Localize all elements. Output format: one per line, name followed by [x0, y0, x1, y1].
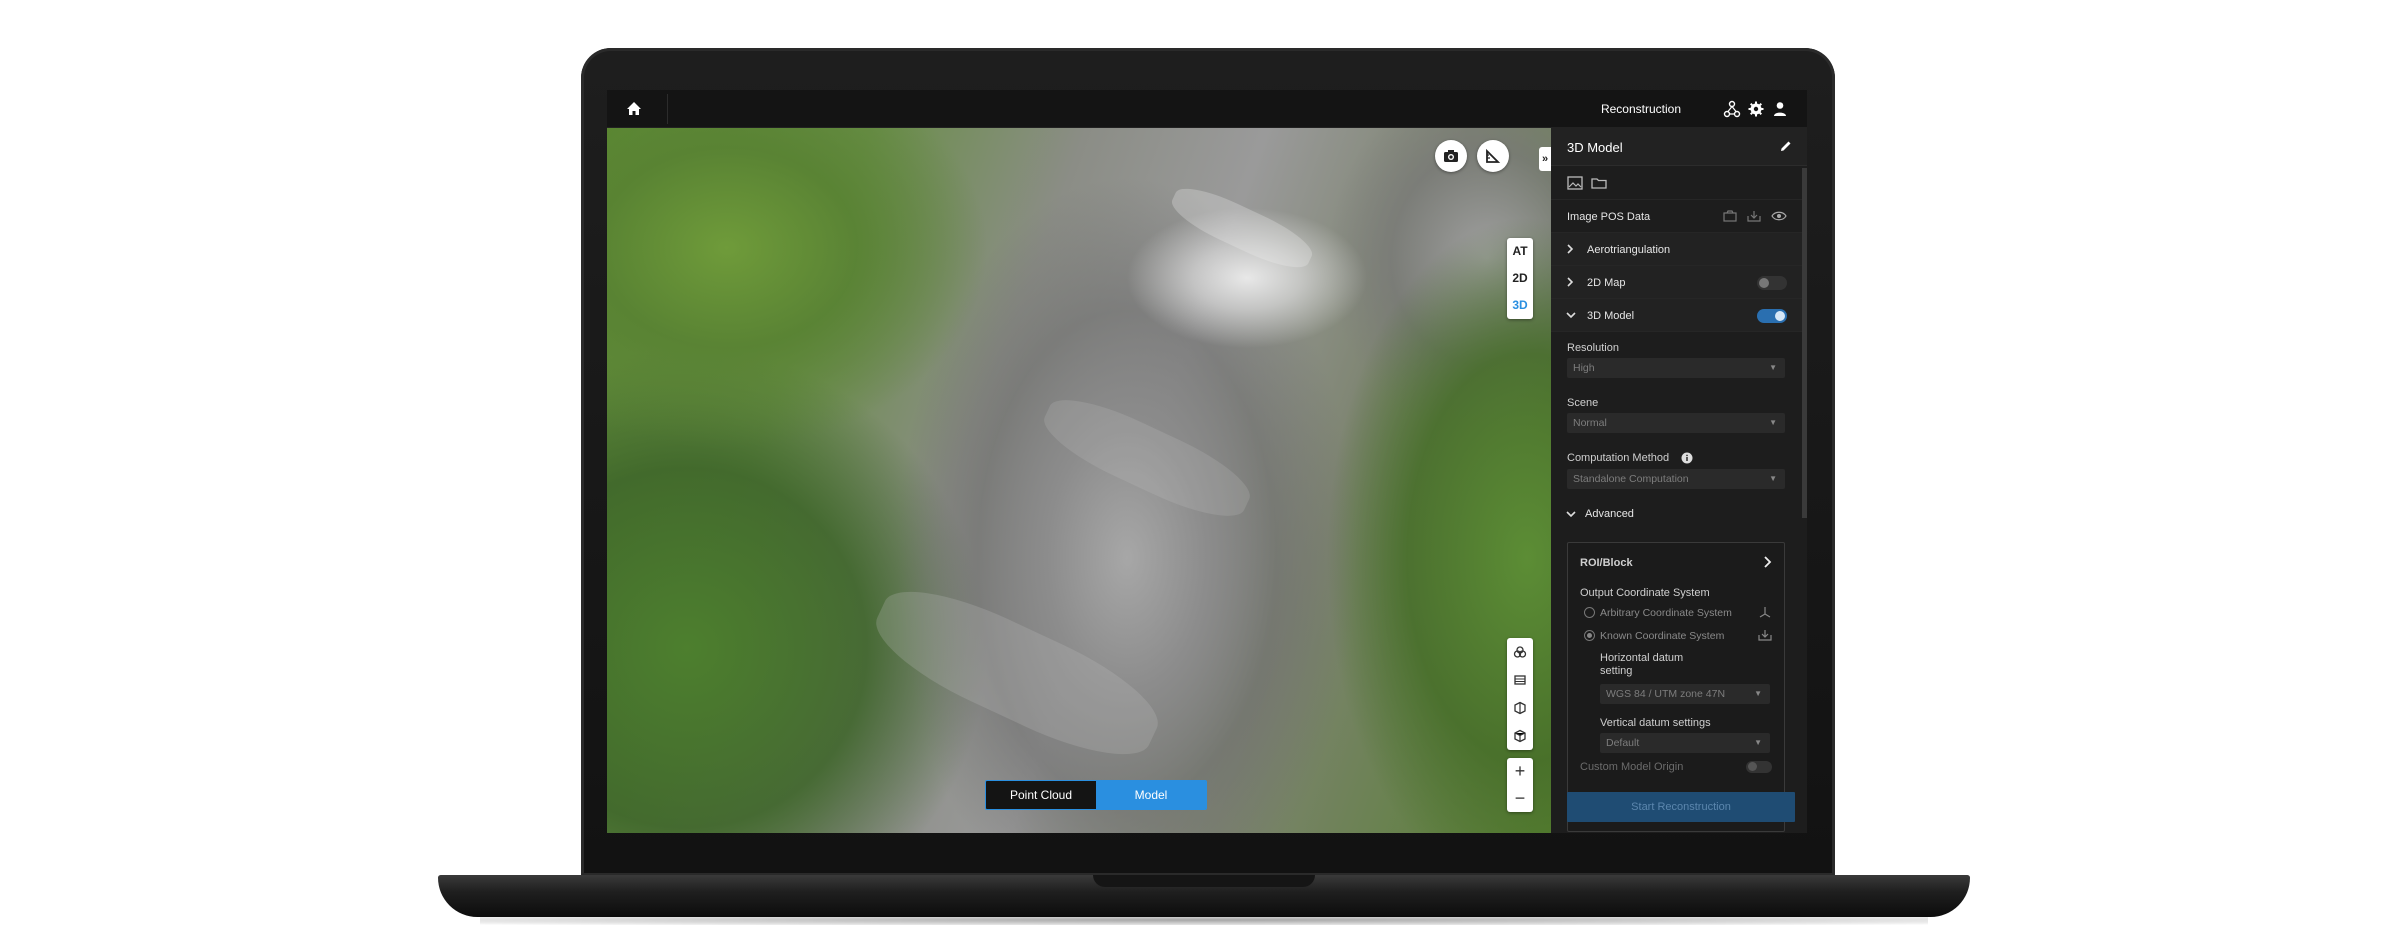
chevron-down-icon — [1565, 309, 1577, 324]
3d-viewport[interactable]: » AT 2D 3D + − Point Cloud Model — [607, 128, 1551, 833]
3d-model-label: 3D Model — [1587, 310, 1635, 322]
camera-icon[interactable] — [1435, 140, 1467, 172]
viewport-toolbar — [1507, 638, 1533, 750]
page-title: Reconstruction — [1600, 102, 1681, 116]
section-3d-model[interactable]: 3D Model — [1551, 299, 1807, 332]
section-2d-map[interactable]: 2D Map — [1551, 266, 1807, 299]
top-bar: Reconstruction — [607, 90, 1807, 128]
panel-title: 3D Model — [1567, 140, 1623, 155]
point-cloud-tab[interactable]: Point Cloud — [986, 781, 1096, 809]
section-aerotriangulation[interactable]: Aerotriangulation — [1551, 233, 1807, 266]
view-mode-switch: AT 2D 3D — [1507, 238, 1533, 319]
vertical-datum-value: Default — [1606, 737, 1640, 749]
output-coordinate-label: Output Coordinate System — [1580, 587, 1710, 599]
app-screen: Reconstruction » AT 2D 3D + − Point Clou… — [607, 90, 1807, 833]
user-icon[interactable] — [1771, 100, 1789, 118]
home-icon[interactable] — [624, 99, 644, 119]
arbitrary-coordinate-radio[interactable] — [1584, 607, 1595, 618]
start-reconstruction-button[interactable]: Start Reconstruction — [1567, 792, 1795, 822]
roi-block-label[interactable]: ROI/Block — [1580, 557, 1633, 569]
known-coordinate-label: Known Coordinate System — [1600, 630, 1725, 642]
pencil-icon[interactable] — [1779, 139, 1793, 156]
zoom-in-button[interactable]: + — [1507, 758, 1533, 785]
computation-value: Standalone Computation — [1573, 473, 1689, 485]
custom-origin-toggle[interactable] — [1746, 761, 1772, 773]
grid-icon[interactable] — [1507, 666, 1533, 694]
scene-value: Normal — [1573, 417, 1607, 429]
cube-split-icon[interactable] — [1507, 694, 1533, 722]
chevron-right-icon — [1565, 276, 1575, 291]
source-row — [1551, 166, 1807, 200]
vertical-datum-label: Vertical datum settings — [1600, 717, 1711, 729]
advanced-box: ROI/Block Output Coordinate System Arbit… — [1567, 542, 1785, 832]
computation-method-label: Computation Method — [1567, 452, 1670, 464]
collapse-panel-button[interactable]: » — [1539, 147, 1551, 171]
info-icon[interactable] — [1681, 452, 1693, 467]
horizontal-datum-label: Horizontal datum setting — [1600, 652, 1684, 677]
chevron-right-icon — [1565, 243, 1575, 258]
caret-down-icon: ▼ — [1769, 474, 1777, 483]
horizontal-datum-value: WGS 84 / UTM zone 47N — [1606, 688, 1726, 700]
terrain-riverbed — [1034, 384, 1260, 532]
horizontal-datum-select[interactable]: WGS 84 / UTM zone 47N ▼ — [1600, 684, 1770, 704]
2d-map-label: 2D Map — [1587, 277, 1626, 289]
2d-map-toggle[interactable] — [1757, 276, 1787, 290]
panel-header: 3D Model — [1551, 128, 1807, 166]
resolution-value: High — [1573, 362, 1595, 374]
image-pos-label: Image POS Data — [1567, 211, 1651, 223]
scene-label: Scene — [1567, 397, 1599, 409]
caret-down-icon: ▼ — [1754, 738, 1762, 747]
known-coordinate-radio[interactable] — [1584, 630, 1595, 641]
cube-icon[interactable] — [1507, 722, 1533, 750]
mode-3d[interactable]: 3D — [1507, 292, 1533, 319]
computation-method-select[interactable]: Standalone Computation ▼ — [1567, 469, 1785, 489]
mode-at[interactable]: AT — [1507, 238, 1533, 265]
laptop-notch — [1093, 875, 1315, 887]
scene-select[interactable]: Normal ▼ — [1567, 413, 1785, 433]
gear-icon[interactable] — [1747, 100, 1765, 118]
terrain-snow-patch — [1165, 178, 1319, 278]
eye-icon[interactable] — [1771, 211, 1787, 224]
axes-icon[interactable] — [1758, 605, 1772, 622]
caret-down-icon: ▼ — [1769, 418, 1777, 427]
chevron-down-icon[interactable] — [1565, 508, 1577, 523]
view-type-toggle: Point Cloud Model — [985, 780, 1207, 810]
measure-icon[interactable] — [1477, 140, 1509, 172]
image-icon[interactable] — [1567, 176, 1583, 193]
camera-folder-icon[interactable] — [1723, 210, 1737, 225]
arbitrary-coordinate-label: Arbitrary Coordinate System — [1600, 607, 1732, 619]
terrain-debris-flow — [862, 568, 1172, 778]
mode-2d[interactable]: 2D — [1507, 265, 1533, 292]
laptop-shadow — [480, 915, 1928, 925]
3d-model-toggle[interactable] — [1757, 309, 1787, 323]
advanced-label[interactable]: Advanced — [1585, 508, 1634, 520]
caret-down-icon: ▼ — [1754, 689, 1762, 698]
panel-scrollbar[interactable] — [1802, 168, 1807, 518]
network-icon[interactable] — [1723, 100, 1741, 118]
import-icon[interactable] — [1747, 210, 1761, 225]
aerotriangulation-label: Aerotriangulation — [1587, 244, 1671, 256]
model-tab[interactable]: Model — [1096, 781, 1206, 809]
zoom-controls: + − — [1507, 758, 1533, 812]
zoom-out-button[interactable]: − — [1507, 785, 1533, 812]
settings-panel: 3D Model Image POS Data Aerotriangulatio… — [1551, 128, 1807, 833]
import-icon[interactable] — [1758, 628, 1772, 645]
caret-down-icon: ▼ — [1769, 363, 1777, 372]
custom-origin-label: Custom Model Origin — [1580, 761, 1684, 773]
vertical-datum-select[interactable]: Default ▼ — [1600, 733, 1770, 753]
resolution-select[interactable]: High ▼ — [1567, 358, 1785, 378]
chevron-right-icon[interactable] — [1762, 555, 1772, 572]
folder-icon[interactable] — [1591, 176, 1607, 193]
topbar-divider — [667, 94, 668, 124]
layers-icon[interactable] — [1507, 638, 1533, 666]
image-pos-row: Image POS Data — [1551, 200, 1807, 233]
resolution-label: Resolution — [1567, 342, 1619, 354]
